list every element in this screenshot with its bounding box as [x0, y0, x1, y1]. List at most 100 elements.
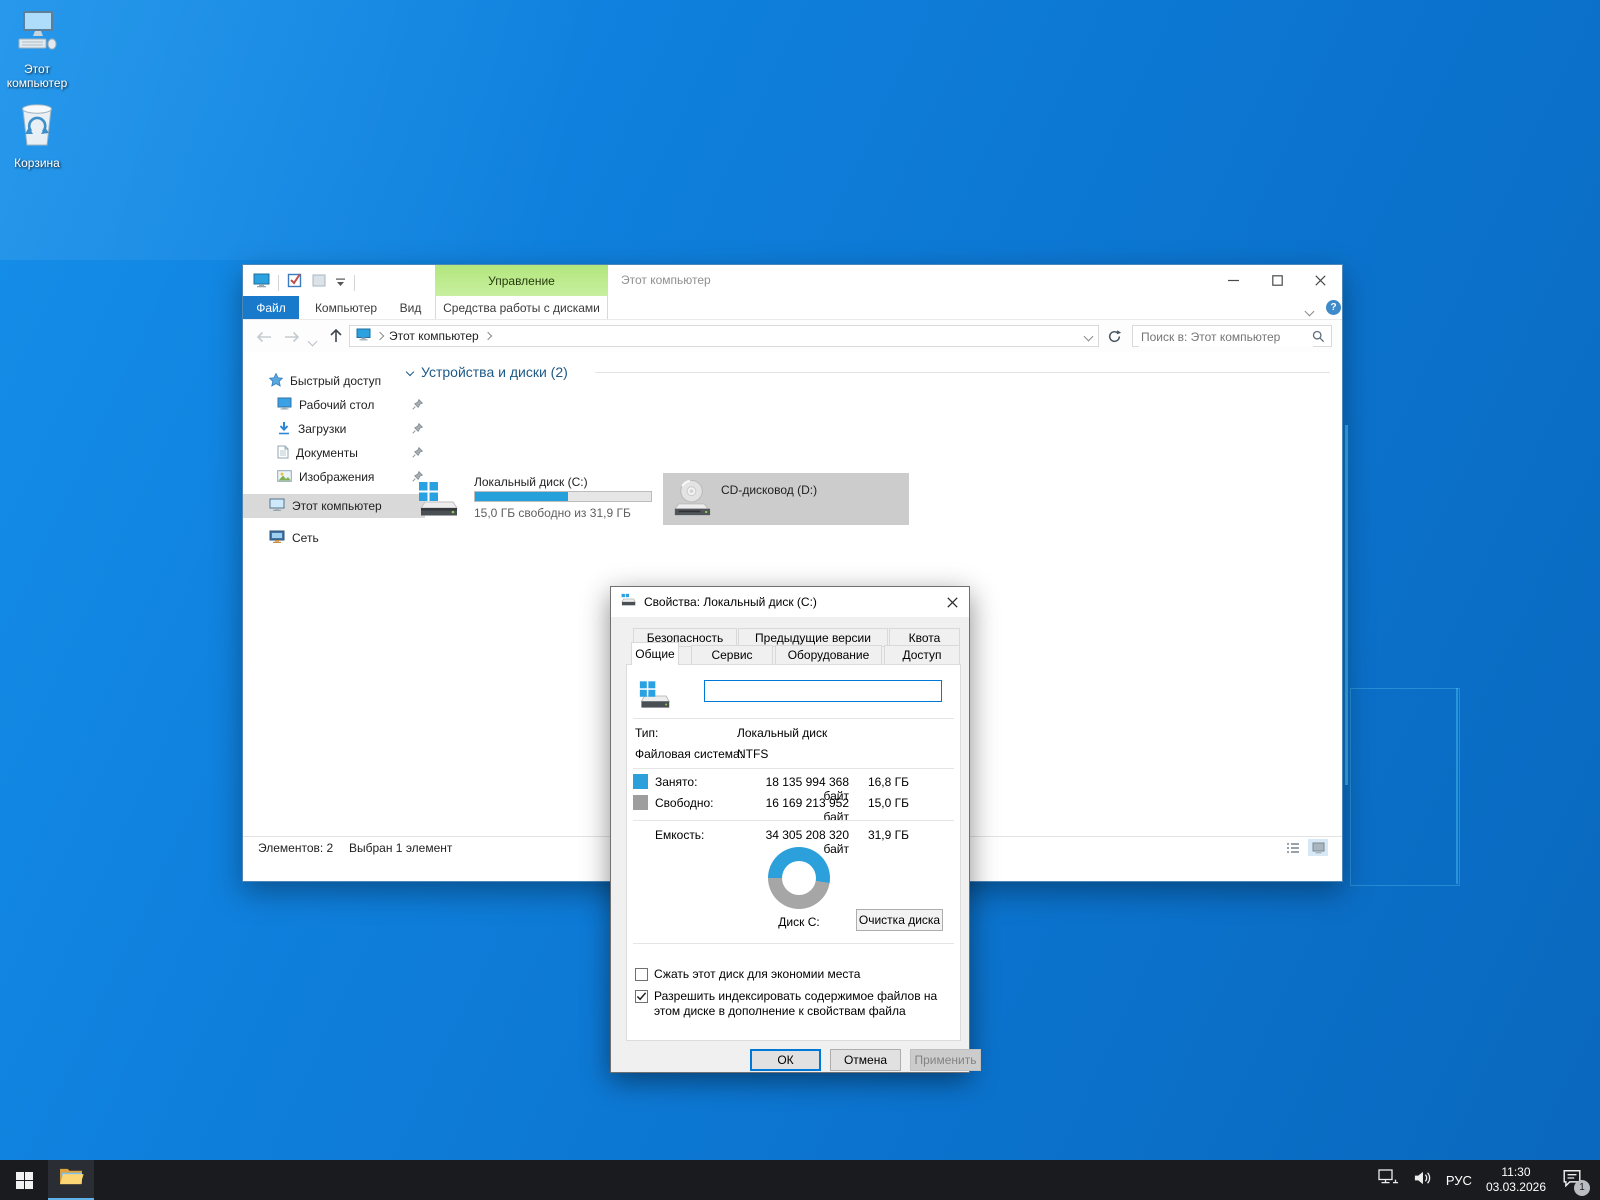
thumbnails-view-icon[interactable] [1308, 839, 1328, 856]
tab-hardware[interactable]: Оборудование [775, 645, 882, 665]
tab-general[interactable]: Общие [631, 642, 679, 665]
network-tray-icon[interactable] [1378, 1169, 1399, 1191]
refresh-icon[interactable] [1107, 329, 1122, 349]
divider [633, 718, 954, 719]
status-items-count: Элементов: 2 [258, 841, 333, 855]
taskbar: РУС 11:30 03.03.2026 1 [0, 1160, 1600, 1200]
breadcrumb-separator-icon [376, 332, 384, 340]
ribbon-tabs: Файл Компьютер Вид Средства работы с дис… [243, 296, 1342, 320]
free-label: Свободно: [655, 796, 714, 810]
volume-tray-icon[interactable] [1413, 1170, 1432, 1191]
index-checkbox[interactable] [635, 990, 648, 1003]
desktop-icon-label: Корзина [0, 156, 74, 170]
tab-sharing[interactable]: Доступ [884, 645, 960, 665]
status-selection: Выбран 1 элемент [349, 841, 452, 855]
clock[interactable]: 11:30 03.03.2026 [1486, 1165, 1546, 1195]
filesystem-label: Файловая система: [635, 747, 743, 761]
drive-name: Локальный диск (C:) [474, 475, 588, 489]
dialog-close-icon[interactable] [935, 587, 969, 617]
desktop-icon-recycle-bin[interactable]: Корзина [0, 100, 74, 170]
window-title: Этот компьютер [621, 265, 711, 296]
sidebar-item-network[interactable]: Сеть [243, 526, 425, 550]
compress-checkbox[interactable] [635, 968, 648, 981]
help-icon[interactable]: ? [1326, 300, 1341, 315]
divider [633, 943, 954, 944]
recent-locations-icon[interactable] [309, 332, 316, 350]
desktop-icon-label: Этот компьютер [0, 62, 74, 90]
capacity-gb: 31,9 ГБ [859, 828, 909, 842]
sidebar-item-this-pc[interactable]: Этот компьютер [243, 494, 425, 518]
drive-c-tile[interactable]: Локальный диск (C:) 15,0 ГБ свободно из … [409, 473, 657, 525]
divider [633, 768, 954, 769]
used-color-swatch [633, 774, 648, 789]
address-location-icon [356, 328, 371, 344]
apply-button[interactable]: Применить [910, 1049, 981, 1071]
desktop-icon-this-pc[interactable]: Этот компьютер [0, 10, 74, 90]
group-header[interactable]: Устройства и диски (2) [407, 364, 568, 380]
dialog-title: Свойства: Локальный диск (C:) [644, 595, 817, 609]
search-box [1132, 325, 1332, 347]
drive-name: CD-дисковод (D:) [721, 483, 817, 497]
tab-file[interactable]: Файл [243, 296, 299, 319]
ribbon-contextual-header[interactable]: Управление [435, 265, 608, 296]
qat-new-folder-button[interactable] [311, 272, 327, 293]
drive-icon [635, 679, 671, 716]
tab-tools[interactable]: Сервис [691, 645, 773, 665]
this-pc-icon [12, 41, 62, 58]
ok-button[interactable]: ОК [750, 1049, 821, 1071]
navigation-pane: Быстрый доступ Рабочий стол Загрузки [243, 352, 399, 859]
search-input[interactable] [1139, 327, 1313, 347]
wallpaper-streak [1345, 425, 1348, 785]
ribbon-collapse-icon[interactable] [1306, 304, 1313, 318]
close-button[interactable] [1298, 265, 1342, 295]
qat-separator [354, 275, 355, 291]
up-icon[interactable] [329, 328, 343, 348]
dialog-titlebar: Свойства: Локальный диск (C:) [611, 587, 969, 617]
tab-computer[interactable]: Компьютер [307, 296, 385, 319]
language-indicator[interactable]: РУС [1446, 1173, 1472, 1188]
volume-label-input[interactable] [704, 680, 942, 702]
minimize-button[interactable] [1211, 265, 1255, 295]
network-icon [269, 530, 285, 547]
download-icon [277, 421, 291, 438]
action-center-icon[interactable]: 1 [1562, 1169, 1582, 1192]
forward-icon[interactable] [283, 330, 301, 348]
breadcrumb-item[interactable]: Этот компьютер [389, 329, 479, 343]
qat-properties-button[interactable] [287, 272, 303, 293]
disk-name: Диск C: [768, 915, 830, 929]
address-bar[interactable]: Этот компьютер [349, 325, 1099, 347]
notification-badge: 1 [1574, 1180, 1590, 1196]
cancel-button[interactable]: Отмена [830, 1049, 901, 1071]
compress-checkbox-label: Сжать этот диск для экономии места [654, 967, 860, 981]
group-collapse-icon[interactable] [406, 368, 414, 376]
tab-view[interactable]: Вид [386, 296, 435, 319]
free-color-swatch [633, 795, 648, 810]
qat-separator [278, 275, 279, 291]
wallpaper-streak [0, 0, 900, 260]
free-gb: 15,0 ГБ [859, 796, 909, 810]
divider [633, 820, 954, 821]
picture-icon [277, 470, 292, 485]
desktop-folder-icon [277, 397, 292, 413]
star-icon [269, 373, 283, 390]
drive-free-space: 15,0 ГБ свободно из 31,9 ГБ [474, 506, 631, 520]
details-view-icon[interactable] [1286, 841, 1300, 857]
capacity-bar [474, 491, 652, 502]
start-button[interactable] [0, 1160, 48, 1200]
tab-drive-tools[interactable]: Средства работы с дисками [435, 296, 608, 319]
sidebar-item-quick-access[interactable]: Быстрый доступ [243, 369, 425, 393]
taskbar-file-explorer-button[interactable] [48, 1160, 94, 1200]
used-gb: 16,8 ГБ [859, 775, 909, 789]
capacity-label: Емкость: [655, 828, 704, 842]
back-icon[interactable] [255, 330, 273, 348]
qat-customize-button[interactable] [335, 274, 346, 292]
hard-drive-icon [413, 476, 459, 527]
wallpaper-streak [1350, 688, 1460, 886]
maximize-button[interactable] [1255, 265, 1299, 295]
this-pc-icon [269, 498, 285, 515]
recycle-bin-icon [15, 135, 59, 152]
disk-cleanup-button[interactable]: Очистка диска [856, 909, 943, 931]
drive-d-tile[interactable]: CD-дисковод (D:) [663, 473, 909, 525]
system-tray: РУС 11:30 03.03.2026 1 [1378, 1160, 1600, 1200]
address-dropdown-icon[interactable] [1085, 329, 1092, 343]
